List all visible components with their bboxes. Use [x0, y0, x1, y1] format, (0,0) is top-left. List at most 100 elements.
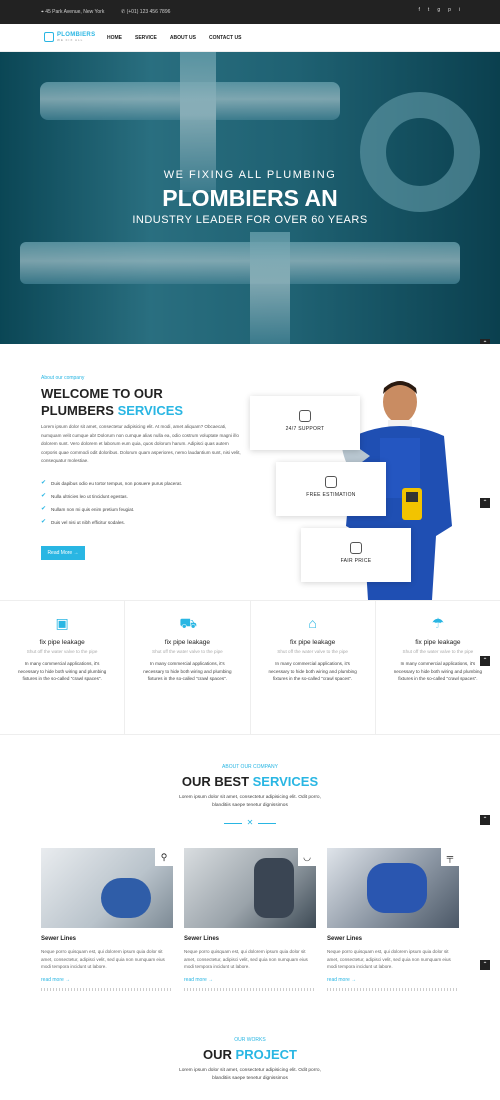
- wallet-icon: [350, 542, 362, 554]
- logo-icon: [44, 32, 54, 42]
- feature-title: fix pipe leakage: [164, 639, 210, 646]
- service-text: Neque porro quisquam est, qui dolorem ip…: [327, 949, 451, 969]
- worker-figure: [367, 863, 427, 913]
- nav-item-home[interactable]: HOME: [107, 35, 122, 41]
- logo[interactable]: PLOMBIERS WE FIX ALL: [44, 32, 95, 42]
- welcome-paragraph: Lorem ipsum dolor sit amet, consectetur …: [41, 424, 241, 463]
- services-section: ABOUT OUR COMPANY OUR BEST SERVICES Lore…: [0, 735, 500, 1020]
- welcome-section: About our company WELCOME TO OUR PLUMBER…: [0, 360, 500, 600]
- car-icon: ⛟: [179, 615, 197, 631]
- address-value: 45 Park Avenue, New York: [45, 9, 105, 15]
- scroll-up-button[interactable]: ⌃: [480, 815, 490, 825]
- support-card: 24/7 SUPPORT: [250, 396, 360, 450]
- worker-figure: [101, 878, 151, 918]
- shower-icon: ⚲: [155, 848, 173, 866]
- welcome-heading-line2: PLUMBERS SERVICES: [41, 403, 183, 418]
- title-plain: OUR: [203, 1047, 236, 1062]
- check-text: Nullam non mi quis enim pretium feugiat.: [51, 506, 135, 512]
- check-item: ✔ Nullam non mi quis enim pretium feugiat…: [41, 506, 246, 512]
- feature-title: fix pipe leakage: [39, 639, 85, 646]
- check-item: ✔ Nulla ultricies leo ut tincidunt egesta…: [41, 493, 246, 499]
- scroll-up-button[interactable]: ⌃: [480, 656, 490, 666]
- umbrella-icon: ☂: [431, 615, 445, 631]
- safe-icon: ▣: [55, 615, 69, 631]
- feature-text: In many commercial applications, it's ne…: [143, 661, 232, 681]
- feature-card: ☂ fix pipe leakage Shut off the water va…: [376, 601, 500, 734]
- phone-value: (+01) 123 456 7896: [126, 9, 171, 15]
- tools-icon: ✕: [246, 818, 254, 827]
- project-title: OUR PROJECT: [0, 1047, 500, 1062]
- hatch-divider: [184, 987, 316, 991]
- nav-item-service[interactable]: SERVICE: [135, 35, 157, 41]
- scroll-up-button[interactable]: ⌃: [480, 339, 490, 344]
- instagram-icon[interactable]: i: [459, 7, 460, 13]
- headset-icon: [299, 410, 311, 422]
- heading-accent: SERVICES: [117, 403, 184, 418]
- features-strip: ▣ fix pipe leakage Shut off the water va…: [0, 600, 500, 735]
- main-nav: PLOMBIERS WE FIX ALL HOME SERVICE ABOUT …: [0, 24, 500, 52]
- address-text: ⌖ 45 Park Avenue, New York: [41, 9, 105, 15]
- nav-item-about-us[interactable]: ABOUT US: [170, 35, 196, 41]
- title-accent: PROJECT: [235, 1047, 297, 1062]
- hatch-divider: [41, 987, 173, 991]
- service-read-more-link[interactable]: read more →: [41, 977, 173, 983]
- title-plain: OUR BEST: [181, 774, 253, 789]
- nav-menu: HOME SERVICE ABOUT US CONTACT US: [107, 35, 241, 41]
- scroll-up-button[interactable]: ⌃: [480, 960, 490, 970]
- pipe-icon: ╤: [441, 848, 459, 866]
- feature-title: fix pipe leakage: [290, 639, 336, 646]
- feature-title: fix pipe leakage: [415, 639, 461, 646]
- feature-subtitle: Shut off the water valve to the pipe: [26, 649, 98, 654]
- logo-tagline: WE FIX ALL: [57, 38, 84, 42]
- check-item: ✔ Duis vel nisi ut nibh efficitur sodales…: [41, 519, 246, 525]
- nav-item-contact-us[interactable]: CONTACT US: [209, 35, 241, 41]
- sink-icon: ◡: [298, 848, 316, 866]
- service-read-more-link[interactable]: read more →: [327, 977, 459, 983]
- services-title: OUR BEST SERVICES: [0, 774, 500, 789]
- title-accent: SERVICES: [252, 774, 319, 789]
- facebook-icon[interactable]: f: [419, 7, 420, 13]
- social-links: f t g p i: [419, 7, 460, 13]
- feature-subtitle: Shut off the water valve to the pipe: [152, 649, 223, 654]
- hero-title: PLOMBIERS AN: [162, 185, 338, 211]
- welcome-kicker: About our company: [41, 375, 85, 381]
- check-list: ✔ Duis dapibus odio eu tortor tempus, non…: [41, 480, 246, 532]
- check-icon: ✔: [41, 519, 47, 525]
- fair-price-card-label: FAIR PRICE: [340, 558, 372, 564]
- feature-text: In many commercial applications, it's ne…: [17, 661, 107, 681]
- check-item: ✔ Duis dapibus odio eu tortor tempus, non…: [41, 480, 246, 486]
- feature-card: ▣ fix pipe leakage Shut off the water va…: [0, 601, 126, 734]
- check-icon: ✔: [41, 493, 47, 499]
- service-text: Neque porro quisquam est, qui dolorem ip…: [41, 949, 165, 969]
- worker-figure: [254, 858, 294, 918]
- scroll-up-button[interactable]: ⌃: [480, 498, 490, 508]
- phone-text: ✆ (+01) 123 456 7896: [121, 9, 171, 15]
- check-text: Nulla ultricies leo ut tincidunt egestas…: [51, 493, 128, 499]
- document-icon: [325, 476, 337, 488]
- project-description: Lorem ipsum dolor sit amet, consectetur …: [179, 1068, 321, 1081]
- services-description: Lorem ipsum dolor sit amet, consectetur …: [179, 795, 321, 808]
- service-image: ╤: [327, 848, 459, 928]
- feature-text: In many commercial applications, it's ne…: [393, 661, 483, 681]
- heading-plain: PLUMBERS: [41, 403, 118, 418]
- service-title: Sewer Lines: [327, 936, 363, 942]
- project-section: OUR WORKS OUR PROJECT Lorem ipsum dolor …: [0, 1020, 500, 1100]
- read-more-button[interactable]: Read More →: [41, 546, 85, 560]
- section-divider: ✕: [224, 818, 276, 827]
- service-image: ◡: [184, 848, 316, 928]
- twitter-icon[interactable]: t: [428, 7, 429, 13]
- fair-price-card: FAIR PRICE: [301, 528, 411, 582]
- pinterest-icon[interactable]: p: [448, 7, 451, 13]
- feature-card: ⌂ fix pipe leakage Shut off the water va…: [251, 601, 376, 734]
- service-card: ⚲ Sewer Lines Neque porro quisquam est, …: [41, 848, 173, 991]
- feature-card: ⛟ fix pipe leakage Shut off the water va…: [125, 601, 251, 734]
- check-icon: ✔: [41, 480, 47, 486]
- service-read-more-link[interactable]: read more →: [184, 977, 316, 983]
- service-card: ◡ Sewer Lines Neque porro quisquam est, …: [184, 848, 316, 991]
- service-text: Neque porro quisquam est, qui dolorem ip…: [184, 949, 308, 969]
- divider-line: [224, 823, 242, 824]
- hero-banner: WE FIXING ALL PLUMBING PLOMBIERS AN INDU…: [0, 52, 500, 344]
- check-text: Duis vel nisi ut nibh efficitur sodales.: [51, 519, 125, 525]
- google-plus-icon[interactable]: g: [437, 7, 440, 13]
- feature-subtitle: Shut off the water valve to the pipe: [402, 649, 474, 654]
